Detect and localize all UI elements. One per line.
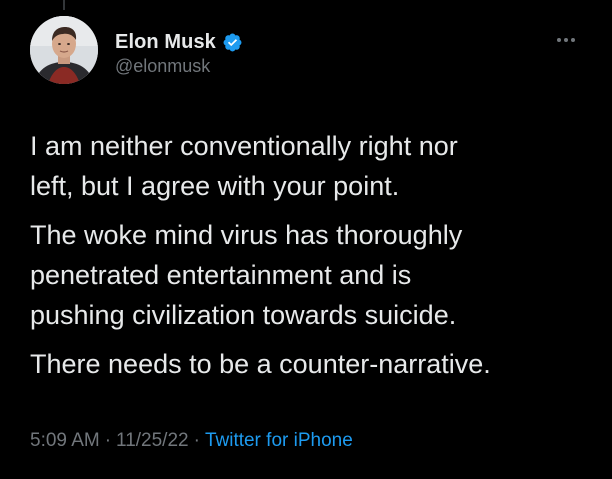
- tweet-paragraph: I am neither conventionally right nor le…: [30, 131, 458, 201]
- more-dot: [564, 38, 568, 42]
- author-display-name[interactable]: Elon Musk: [115, 31, 216, 54]
- more-dot: [557, 38, 561, 42]
- tweet-time[interactable]: 5:09 AM: [30, 430, 100, 451]
- avatar-image: [30, 16, 98, 84]
- thread-connector-line: [63, 0, 65, 10]
- avatar[interactable]: [30, 16, 98, 84]
- author-handle[interactable]: @elonmusk: [115, 56, 210, 77]
- tweet-paragraph: There needs to be a counter-narrative.: [30, 349, 491, 379]
- more-dot: [571, 38, 575, 42]
- tweet-date[interactable]: 11/25/22: [116, 430, 189, 451]
- tweet-card: Elon Musk @elonmusk I am neither convent…: [0, 0, 612, 479]
- verified-badge-icon: [222, 32, 243, 53]
- tweet-text: I am neither conventionally right nor le…: [30, 126, 590, 384]
- meta-separator: ·: [104, 430, 112, 451]
- meta-separator: ·: [193, 430, 200, 451]
- more-options-icon[interactable]: [557, 36, 579, 44]
- tweet-source-link[interactable]: Twitter for iPhone: [205, 430, 353, 451]
- tweet-metadata: 5:09 AM · 11/25/22 · Twitter for iPhone: [30, 430, 353, 452]
- author-name-row[interactable]: Elon Musk: [115, 30, 243, 54]
- tweet-paragraph: The woke mind virus has thoroughly penet…: [30, 220, 463, 330]
